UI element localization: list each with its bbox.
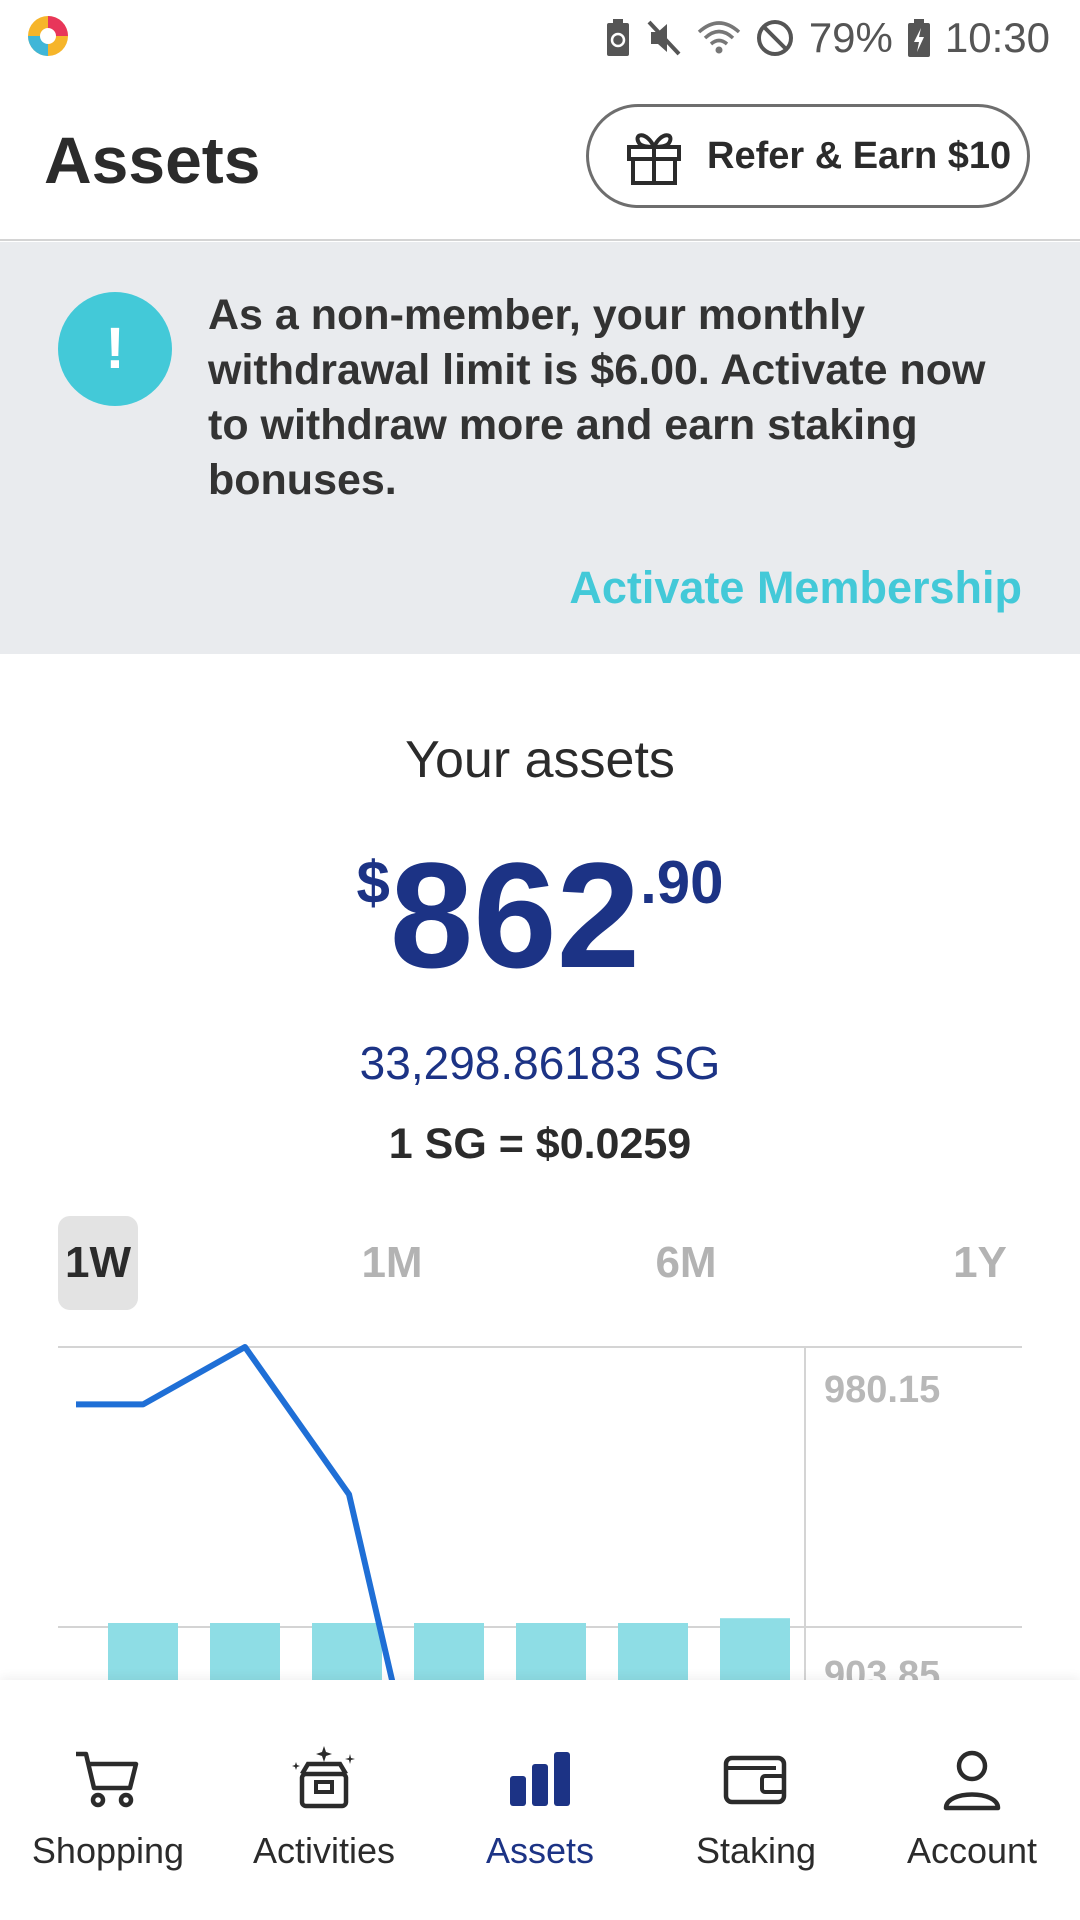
header: Assets Refer & Earn $10 [0, 76, 1080, 241]
notice-text: As a non-member, your monthly withdrawal… [208, 291, 986, 504]
nav-staking[interactable]: Staking [648, 1680, 864, 1920]
bottom-nav: Shopping Activities Assets Staking Accou… [0, 1680, 1080, 1920]
tab-1m[interactable]: 1M [352, 1216, 432, 1310]
membership-notice: ! As a non-member, your monthly withdraw… [0, 242, 1080, 654]
page-title: Assets [44, 123, 261, 197]
tab-1w[interactable]: 1W [58, 1216, 138, 1310]
chart-bar [516, 1623, 586, 1680]
assets-screen: 79% 10:30 Assets Refer & Earn $10 ! As a… [0, 0, 1080, 1920]
battery-saver-icon [606, 19, 629, 56]
refer-earn-label: Refer & Earn $10 [707, 134, 1012, 177]
battery-charging-icon [907, 19, 930, 57]
tab-1y[interactable]: 1Y [940, 1216, 1020, 1310]
app-logo-icon [28, 16, 68, 56]
amount-integer: 862 [389, 831, 641, 999]
exchange-rate: 1 SG = $0.0259 [388, 1120, 692, 1168]
chart-bar [108, 1623, 178, 1680]
tab-6m[interactable]: 6M [646, 1216, 726, 1310]
mute-icon [647, 20, 681, 56]
amount-decimal: .90 [640, 849, 724, 916]
cart-icon [76, 1751, 139, 1808]
status-bar: 79% 10:30 [0, 0, 1080, 76]
y-tick-label: 980.15 [824, 1369, 940, 1411]
nav-shopping[interactable]: Shopping [0, 1680, 216, 1920]
chart-bar [414, 1623, 484, 1680]
clock: 10:30 [944, 14, 1050, 61]
nav-label-assets: Assets [485, 1830, 595, 1871]
assets-chart: 980.15 903.85 [0, 1340, 1080, 1680]
nav-account[interactable]: Account [864, 1680, 1080, 1920]
refer-earn-button[interactable]: Refer & Earn $10 [586, 104, 1030, 208]
chart-bar [210, 1623, 280, 1680]
wallet-icon [723, 1755, 787, 1805]
nav-label-shopping: Shopping [31, 1830, 185, 1871]
y-tick-label: 903.85 [824, 1654, 940, 1680]
assets-chart-svg: 980.15 903.85 [58, 1344, 1022, 1680]
wifi-icon [697, 21, 740, 54]
assets-amount: $862.90 [0, 840, 1080, 990]
assets-label: Your assets [405, 731, 675, 789]
gift-icon [627, 133, 681, 185]
chart-bar [312, 1623, 382, 1680]
nav-label-staking: Staking [695, 1830, 817, 1871]
alert-icon: ! [58, 292, 172, 406]
nav-activities[interactable]: Activities [216, 1680, 432, 1920]
activities-box-icon [292, 1746, 355, 1809]
battery-percent: 79% [808, 14, 893, 61]
nav-assets[interactable]: Assets [432, 1680, 648, 1920]
activate-membership-link[interactable]: Activate Membership [569, 562, 1022, 614]
nav-label-account: Account [906, 1830, 1038, 1871]
status-icons: 79% 10:30 [605, 10, 1050, 66]
person-icon [943, 1750, 1001, 1811]
chart-bar [618, 1623, 688, 1680]
sg-amount: 33,298.86183 SG [359, 1037, 721, 1089]
do-not-disturb-icon [756, 20, 793, 56]
currency-symbol: $ [356, 849, 390, 916]
bar-chart-icon [510, 1752, 570, 1806]
chart-bar [720, 1618, 790, 1680]
nav-label-activities: Activities [252, 1830, 396, 1871]
